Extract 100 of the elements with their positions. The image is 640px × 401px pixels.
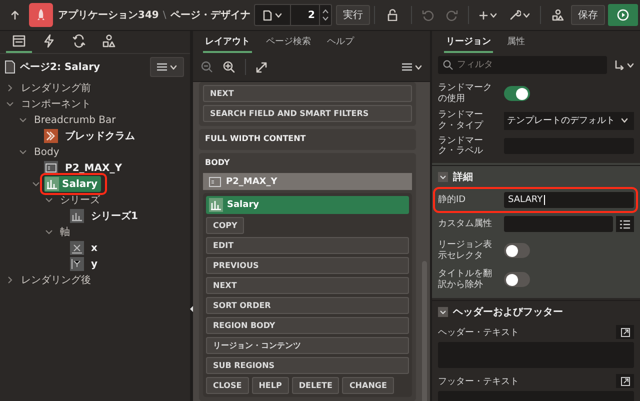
- spinner-icon[interactable]: [322, 8, 329, 22]
- save-button[interactable]: 保存: [571, 5, 605, 25]
- menu-button[interactable]: [402, 63, 422, 71]
- layout-slot[interactable]: COPY: [206, 217, 244, 234]
- section-title: ヘッダーおよびフッター: [453, 306, 563, 320]
- toggle-switch[interactable]: [504, 86, 530, 101]
- layout-slot[interactable]: CHANGE: [342, 377, 394, 394]
- tree-node[interactable]: ブレッドクラム: [62, 128, 138, 144]
- caret-icon: [523, 12, 530, 18]
- page-label[interactable]: ページ2: Salary: [20, 60, 146, 74]
- caret-icon: [490, 12, 497, 18]
- layout-slot[interactable]: CLOSE: [206, 377, 249, 394]
- tree-node[interactable]: レンダリング後: [18, 272, 94, 288]
- tree-node[interactable]: Body: [31, 146, 62, 158]
- page-icon: [263, 10, 272, 20]
- field-label: カスタム属性: [438, 218, 493, 230]
- field-label: 静的ID: [438, 194, 467, 206]
- tree-node[interactable]: シリーズ1: [88, 208, 141, 224]
- expand-icon: [620, 328, 630, 337]
- page-icon: [4, 60, 16, 74]
- tree-node[interactable]: Salary: [44, 176, 101, 192]
- panel-tab[interactable]: リージョン: [444, 31, 493, 53]
- tree-node[interactable]: レンダリング前: [18, 80, 94, 96]
- up-arrow-icon[interactable]: [10, 10, 20, 20]
- layout-slot[interactable]: HELP: [252, 377, 289, 394]
- chart-icon: [45, 177, 59, 191]
- menu-icon: [402, 63, 412, 71]
- page-selector[interactable]: 2: [254, 4, 332, 26]
- collapse-icon[interactable]: [438, 307, 448, 318]
- chart-icon: [209, 198, 223, 212]
- toggle-switch[interactable]: [504, 243, 530, 258]
- tree-node[interactable]: Breadcrumb Bar: [31, 114, 119, 126]
- menu-button[interactable]: [150, 57, 184, 77]
- lightning-icon: [42, 34, 56, 48]
- caret-icon: [415, 64, 422, 70]
- menu-icon: [157, 63, 167, 71]
- field-label: タイトルを翻訳から除外: [438, 268, 493, 290]
- field-label: ランドマークの使用: [438, 82, 493, 104]
- panel-tab[interactable]: ページ検索: [264, 31, 313, 53]
- field-label: ヘッダー・テキスト: [438, 326, 519, 339]
- expand-icon[interactable]: [6, 84, 14, 92]
- list-button[interactable]: [616, 216, 634, 232]
- text-field[interactable]: SALARY: [504, 192, 634, 208]
- section-title: FULL WIDTH CONTENT: [204, 133, 307, 145]
- list-icon: [620, 220, 630, 229]
- lock-icon[interactable]: [387, 9, 399, 21]
- redo-icon[interactable]: [446, 9, 458, 21]
- layout-slot[interactable]: SORT ORDER: [206, 297, 409, 314]
- expand-icon: [620, 376, 630, 386]
- caret-icon: [627, 62, 634, 68]
- refresh-icon: [72, 34, 86, 48]
- layout-slot[interactable]: PREVIOUS: [206, 257, 409, 274]
- x-axis-icon: [70, 241, 84, 255]
- run-page-button[interactable]: 実行: [336, 5, 370, 25]
- region-header[interactable]: Salary: [206, 196, 409, 214]
- layout-slot[interactable]: REGION BODY: [206, 317, 409, 334]
- tree-node[interactable]: コンポーネント: [18, 96, 94, 112]
- undo-icon[interactable]: [422, 9, 434, 21]
- go-to-group-button[interactable]: [615, 60, 634, 70]
- collapse-icon[interactable]: [438, 172, 448, 182]
- field-label: フッター・テキスト: [438, 376, 519, 388]
- layout-slot[interactable]: EDIT: [206, 237, 409, 254]
- panel-tab[interactable]: ヘルプ: [325, 31, 356, 53]
- tree-node[interactable]: P2_MAX_Y: [62, 162, 125, 174]
- shapes-icon[interactable]: [552, 9, 564, 21]
- expand-editor-button[interactable]: [616, 325, 634, 340]
- expand-icon[interactable]: [256, 62, 267, 72]
- field-label: リージョン表示セレクタ: [438, 240, 493, 262]
- search-icon: [443, 60, 453, 70]
- caret-icon: [170, 64, 177, 70]
- shapes-icon: [102, 34, 116, 48]
- tree-node[interactable]: x: [88, 242, 100, 254]
- caret-icon: [621, 118, 628, 124]
- text-field[interactable]: [504, 216, 613, 232]
- tree-node[interactable]: 軸: [57, 224, 73, 240]
- layout-slot[interactable]: リージョン・コンテンツ: [206, 337, 409, 354]
- layout-slot[interactable]: SUB REGIONS: [206, 357, 409, 374]
- tree-node[interactable]: シリーズ: [57, 192, 103, 208]
- select-field[interactable]: テンプレートのデフォルト: [504, 112, 634, 130]
- run-button[interactable]: [608, 4, 638, 26]
- field-label: ランドマーク・ラベル: [438, 136, 484, 158]
- filter-field[interactable]: フィルタ: [438, 56, 607, 74]
- page-number-field[interactable]: 2: [291, 10, 319, 20]
- panel-tab[interactable]: 属性: [505, 31, 527, 53]
- tree-node[interactable]: y: [88, 258, 101, 270]
- expand-icon[interactable]: [6, 276, 14, 284]
- app-name[interactable]: アプリケーション349: [58, 8, 159, 22]
- zoom-out-icon[interactable]: [201, 61, 213, 73]
- layout-slot[interactable]: DELETE: [292, 377, 340, 394]
- plus-icon: [479, 10, 488, 20]
- layout-slot[interactable]: SEARCH FIELD AND SMART FILTERS: [203, 105, 412, 122]
- expand-editor-button[interactable]: [616, 374, 634, 388]
- wrench-icon: [509, 9, 521, 21]
- toggle-switch[interactable]: [504, 272, 530, 288]
- layout-slot[interactable]: NEXT: [203, 85, 412, 102]
- zoom-in-icon[interactable]: [223, 61, 235, 73]
- layout-slot[interactable]: NEXT: [206, 277, 409, 294]
- page-item[interactable]: P2_MAX_Y: [203, 173, 412, 190]
- y-axis-icon: [70, 257, 84, 271]
- item-icon: [209, 176, 221, 186]
